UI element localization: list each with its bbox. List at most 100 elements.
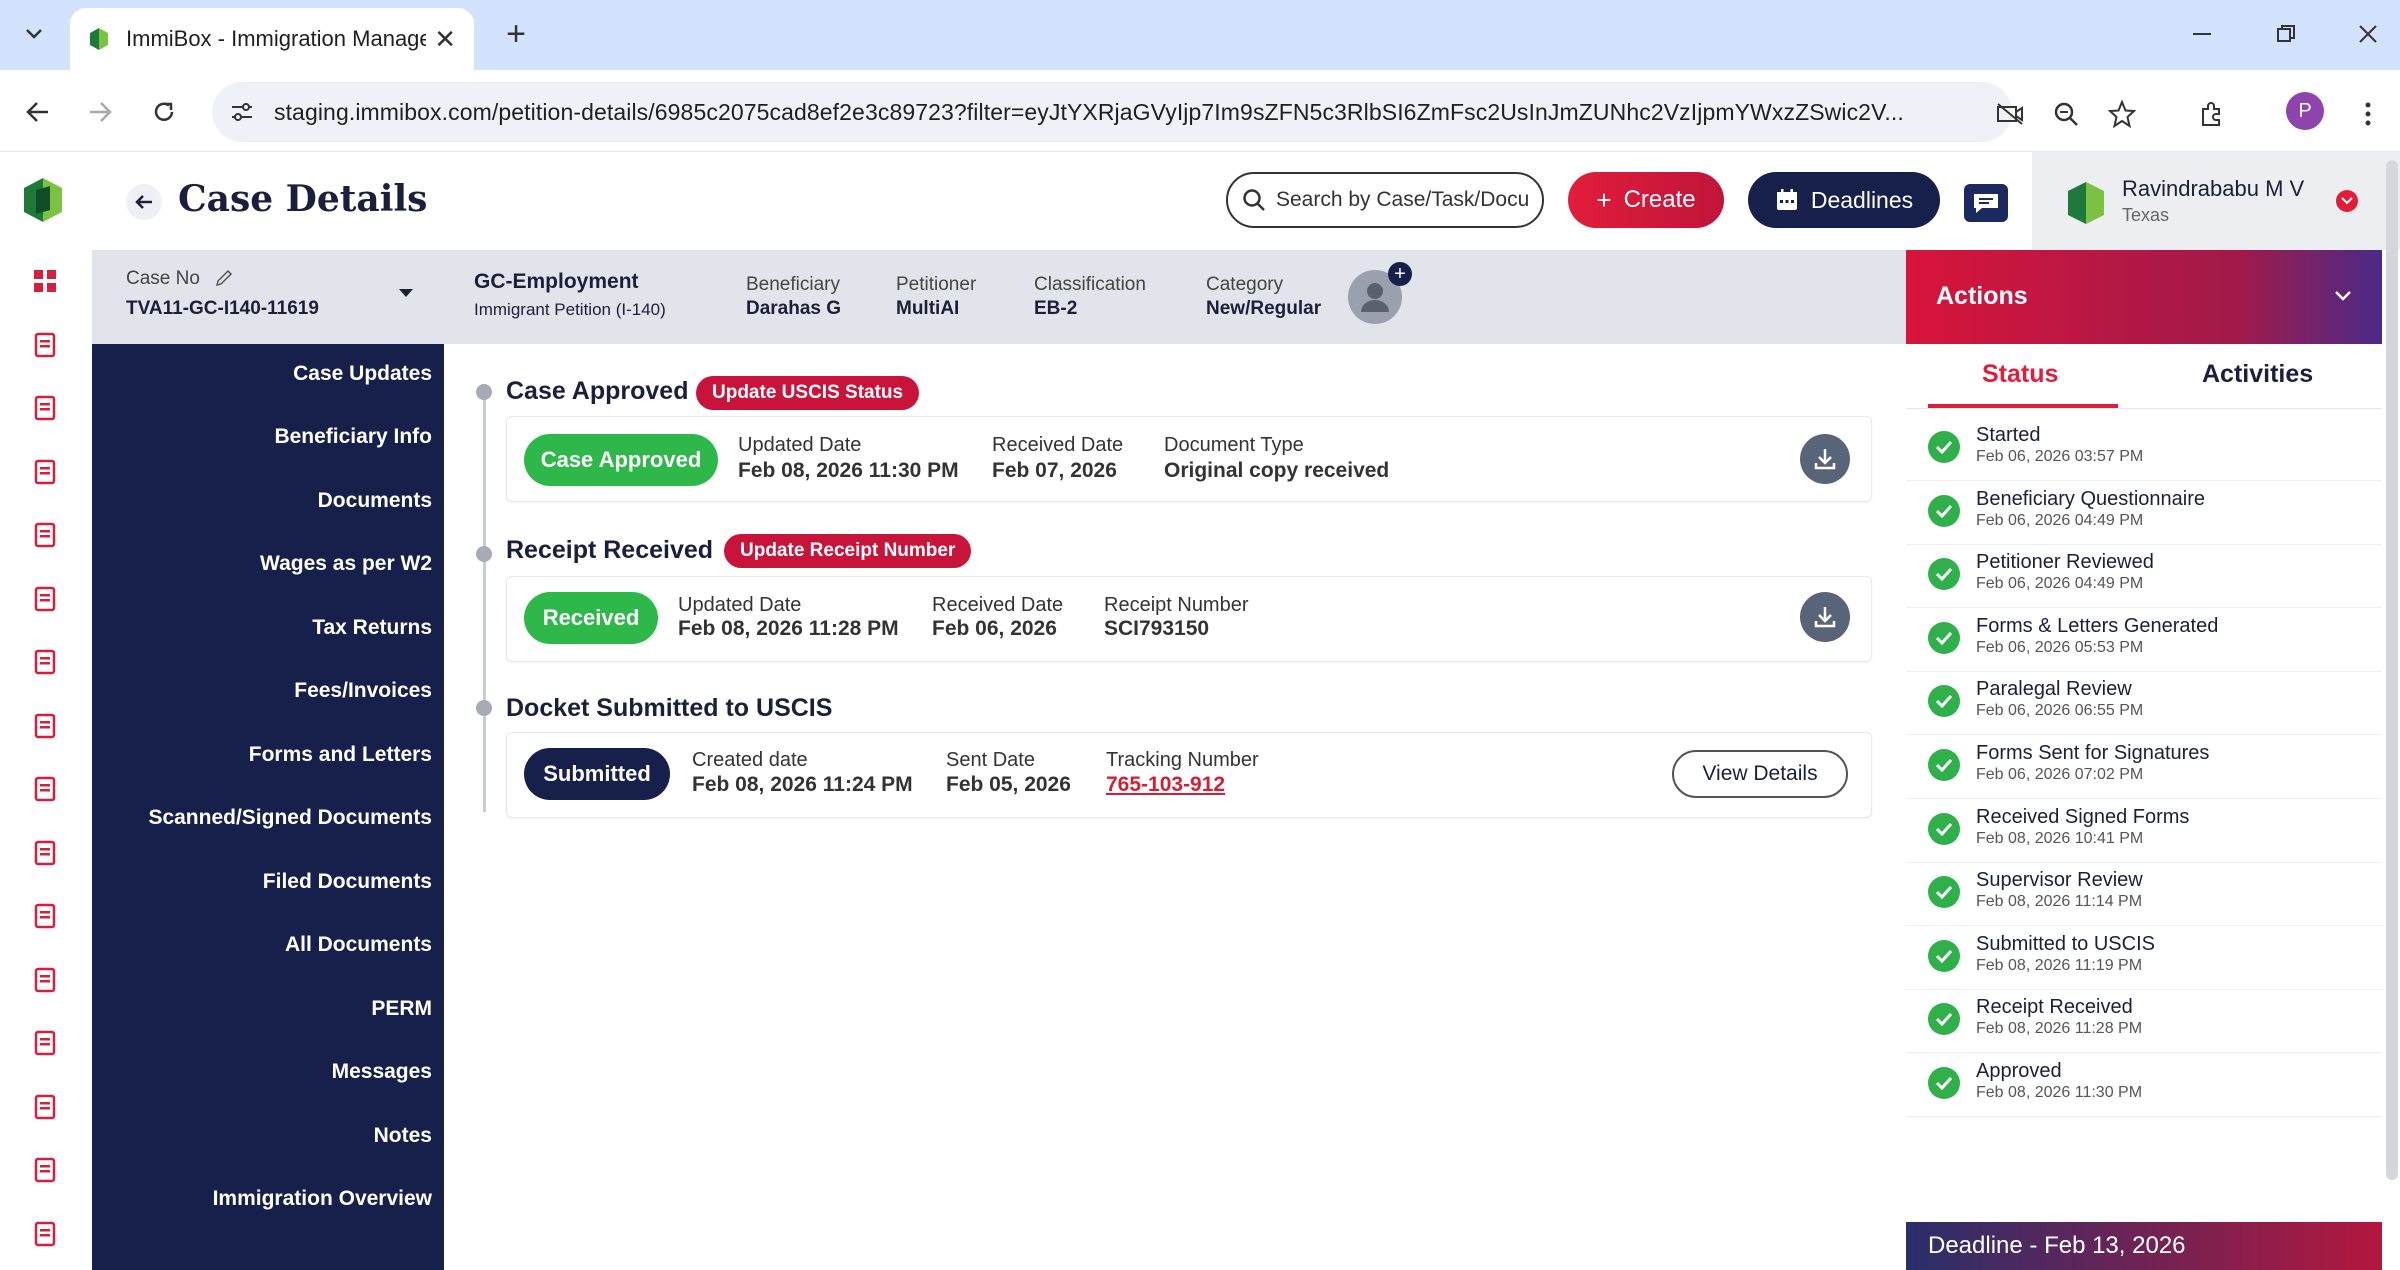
check-circle-icon [1928,876,1960,909]
document-type-label: Document Type [1164,434,1304,456]
case-info-bar [92,250,1906,344]
calendar-icon[interactable] [28,1217,62,1251]
timeline-dot [476,384,492,400]
tab-title: ImmiBox - Immigration Manage [126,26,426,51]
download-receipt-button[interactable] [1800,592,1850,642]
approved-received-label: Received Date [992,434,1124,456]
check-circle-icon [1928,494,1960,527]
back-nav-button[interactable] [16,90,60,134]
arrow-left-icon [26,102,48,122]
status-name: Receipt Received [1976,996,2133,1019]
browser-menu-icon[interactable] [2346,92,2390,136]
user-icon[interactable] [28,709,62,743]
plus-icon[interactable]: + [1388,262,1412,286]
chevron-down-icon[interactable] [2334,290,2352,302]
update-uscis-status-button[interactable]: Update USCIS Status [696,376,920,410]
check-circle-icon [1928,939,1960,972]
folder-icon[interactable] [28,836,62,870]
tab-activities[interactable]: Activities [2202,360,2313,389]
actions-title: Actions [1936,282,2028,310]
edit-pencil-icon[interactable] [214,268,234,288]
update-receipt-number-button[interactable]: Update Receipt Number [724,534,972,568]
docket-sent-value: Feb 05, 2026 [946,773,1071,796]
back-button[interactable] [126,184,162,220]
omnibox[interactable]: staging.immibox.com/petition-details/698… [212,82,2012,142]
forward-nav-button[interactable] [78,90,122,134]
status-date: Feb 06, 2026 03:57 PM [1976,448,2144,465]
url-text[interactable]: staging.immibox.com/petition-details/698… [274,99,2012,126]
tab-status[interactable]: Status [1982,360,2058,389]
nav-item[interactable]: Scanned/Signed Documents [148,806,432,830]
tracking-number-label: Tracking Number [1106,749,1259,771]
nav-item[interactable]: Forms and Letters [249,743,432,767]
browser-tab[interactable]: ImmiBox - Immigration Manage ✕ [70,8,474,70]
messages-button[interactable] [1964,184,2008,222]
search-input[interactable]: Search by Case/Task/Docu [1226,172,1544,228]
close-icon [2359,25,2377,43]
nav-item[interactable]: Tax Returns [312,616,432,640]
approved-received-value: Feb 07, 2026 [992,459,1117,482]
create-button[interactable]: + Create [1568,172,1724,228]
download-icon [1814,607,1836,628]
nav-item[interactable]: PERM [371,997,432,1021]
clipboard-icon[interactable] [28,645,62,679]
restore-button[interactable] [2264,14,2308,54]
minimize-button[interactable] [2180,14,2224,54]
case-no-value: TVA11-GC-I140-11619 [126,298,319,319]
team-icon[interactable] [28,1090,62,1124]
category-label: Category [1206,274,1284,295]
zoom-icon[interactable] [2044,92,2088,136]
nav-item[interactable]: All Documents [285,933,432,957]
nav-item[interactable]: Notes [374,1124,432,1148]
company-logo [2068,182,2104,224]
chat-icon[interactable] [28,582,62,616]
ledger-icon[interactable] [28,1026,62,1060]
page-scrollbar[interactable] [2386,160,2398,1180]
forms-icon[interactable] [28,455,62,489]
case-dropdown-icon[interactable] [398,288,414,298]
deadline-banner[interactable]: Deadline - Feb 13, 2026 [1906,1222,2382,1270]
view-details-button[interactable]: View Details [1672,750,1848,798]
new-tab-button[interactable]: + [496,14,536,54]
nav-item[interactable]: Fees/Invoices [294,679,432,703]
review-icon[interactable] [28,518,62,552]
tab-search-button[interactable] [14,14,54,54]
search-placeholder: Search by Case/Task/Docu [1276,188,1530,211]
dashboard-icon[interactable] [28,264,62,298]
status-date: Feb 08, 2026 11:14 PM [1976,893,2143,911]
calendar-icon [1776,189,1797,210]
site-settings-icon[interactable] [230,101,254,123]
camera-blocked-icon[interactable] [1988,92,2032,136]
receipt-received-value: Feb 06, 2026 [932,617,1057,640]
bookmark-star-icon[interactable] [2100,92,2144,136]
users-icon[interactable] [28,772,62,806]
extensions-icon[interactable] [2190,92,2234,136]
user-menu-toggle[interactable] [2336,190,2358,212]
person-badge-icon[interactable] [28,963,62,997]
nav-item[interactable]: Beneficiary Info [274,425,432,449]
deadlines-button[interactable]: Deadlines [1748,172,1940,228]
nav-item[interactable]: Messages [332,1060,432,1084]
reload-button[interactable] [142,90,186,134]
nav-item[interactable]: Wages as per W2 [260,552,432,576]
download-icon [1814,449,1836,470]
status-name: Supervisor Review [1976,869,2143,892]
status-date: Feb 08, 2026 11:30 PM [1976,1084,2143,1101]
tracking-number-link[interactable]: 765-103-912 [1106,773,1225,797]
tab-close-icon[interactable]: ✕ [434,24,456,55]
nav-item[interactable]: Documents [318,489,432,513]
checklist-icon[interactable] [28,391,62,425]
document-icon[interactable] [28,328,62,362]
receipt-number-label: Receipt Number [1104,594,1249,616]
nav-item[interactable]: Filed Documents [263,870,432,894]
nav-item[interactable]: Case Updates [293,362,432,386]
download-approval-button[interactable] [1800,434,1850,484]
immibox-logo[interactable] [22,176,64,224]
note-icon[interactable] [28,899,62,933]
nav-item[interactable]: Immigration Overview [213,1187,432,1211]
receipt-number-value: SCI793150 [1104,617,1210,640]
browser-profile-avatar[interactable]: P [2286,92,2324,130]
close-window-button[interactable] [2346,14,2390,54]
edit-doc-icon[interactable] [28,1153,62,1187]
receipt-received-label: Received Date [932,594,1064,616]
